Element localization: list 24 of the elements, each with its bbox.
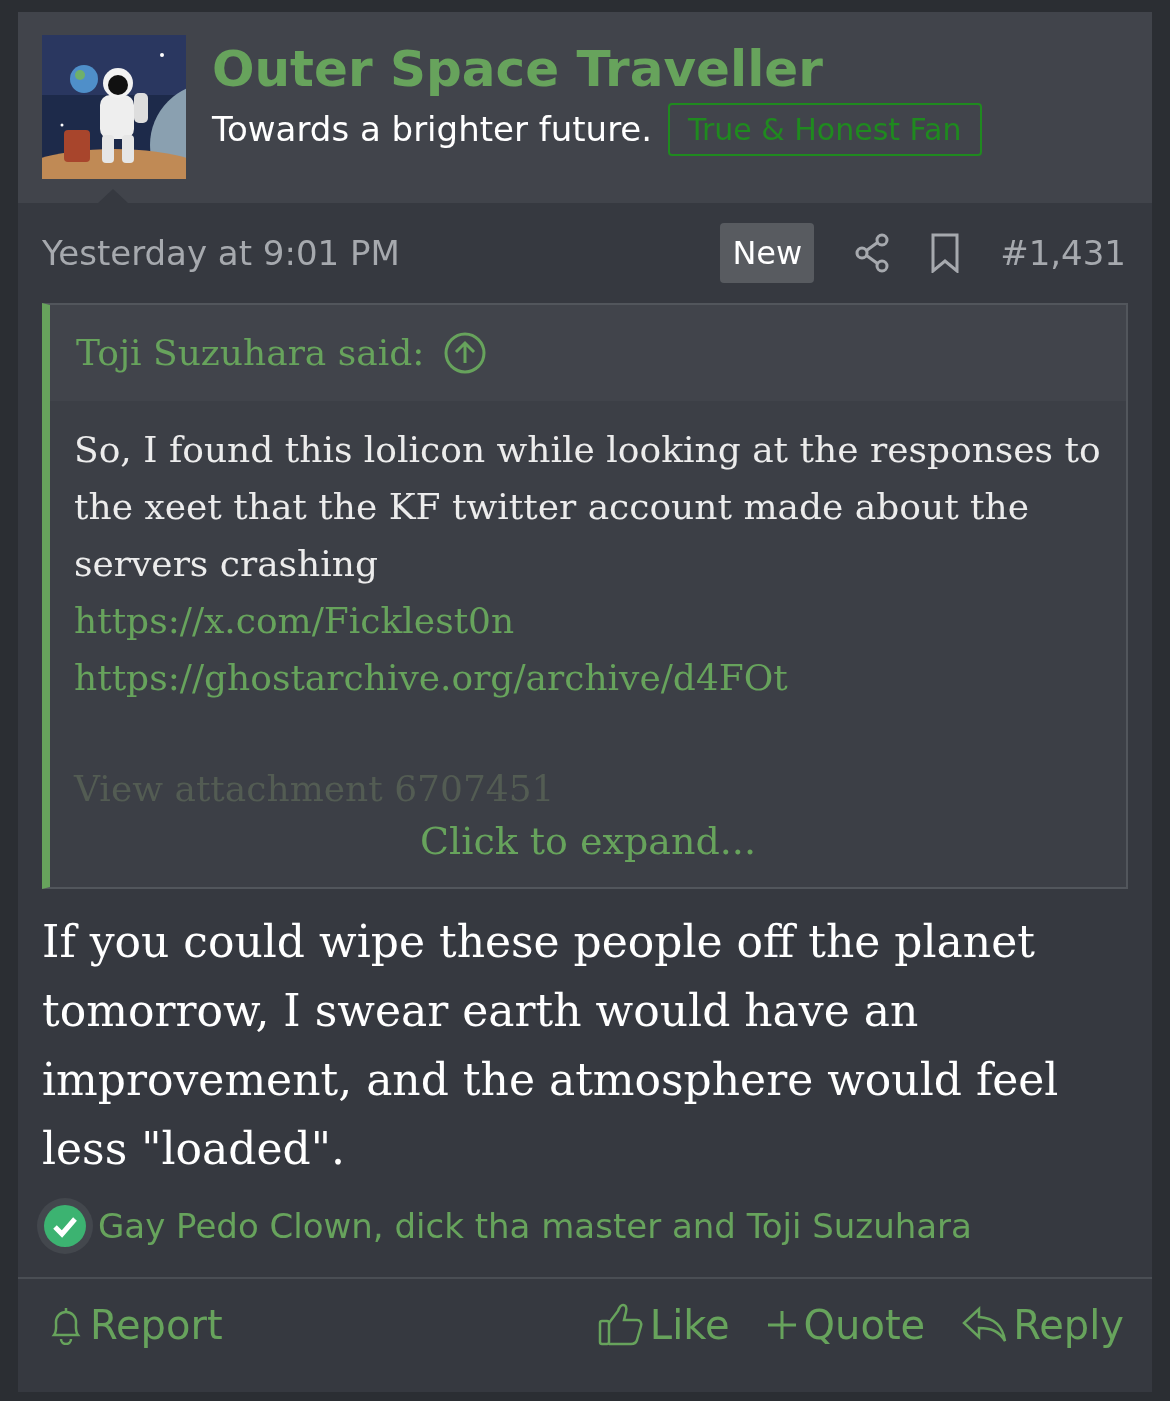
- user-banner: True & Honest Fan: [668, 103, 982, 156]
- quote-text: So, I found this lolicon while looking at the responses to the xeet that the KF twitter account made about the servers crashing: [74, 428, 1102, 586]
- reply-button[interactable]: Reply: [961, 1295, 1124, 1355]
- reply-icon: [961, 1306, 1008, 1344]
- post-number[interactable]: #1,431: [1000, 227, 1126, 279]
- check-icon: [36, 1197, 94, 1255]
- report-button[interactable]: Report: [48, 1295, 223, 1355]
- expand-link[interactable]: Click to expand...: [420, 813, 756, 870]
- new-label: New: [720, 223, 815, 283]
- link[interactable]: https://ghostarchive.org/archive/d4FOt: [74, 649, 788, 706]
- thumbs-up-icon: [597, 1303, 644, 1347]
- link[interactable]: https://x.com/Ficklest0n: [74, 592, 515, 649]
- arrow-up-circle-icon[interactable]: [444, 332, 487, 374]
- quote-author[interactable]: Toji Suzuhara said:: [76, 326, 425, 380]
- like-button[interactable]: Like: [597, 1295, 730, 1355]
- post-date[interactable]: Yesterday at 9:01 PM: [42, 227, 400, 279]
- bookmark-icon[interactable]: [930, 233, 961, 273]
- reaction-names[interactable]: Gay Pedo Clown, dick tha master and Toji Suzuhara: [98, 1200, 972, 1252]
- post-text: If you could wipe these people off the planet tomorrow, I swear earth would have an improvement, and the atmosphere would feel less "loaded".: [41, 915, 1060, 1176]
- share-icon[interactable]: [854, 233, 891, 273]
- user-tagline: Towards a brighter future.: [212, 108, 653, 151]
- quote-button[interactable]: Quote: [765, 1295, 926, 1355]
- author-name[interactable]: Outer Space Traveller: [212, 39, 982, 99]
- plus-icon: [765, 1309, 798, 1341]
